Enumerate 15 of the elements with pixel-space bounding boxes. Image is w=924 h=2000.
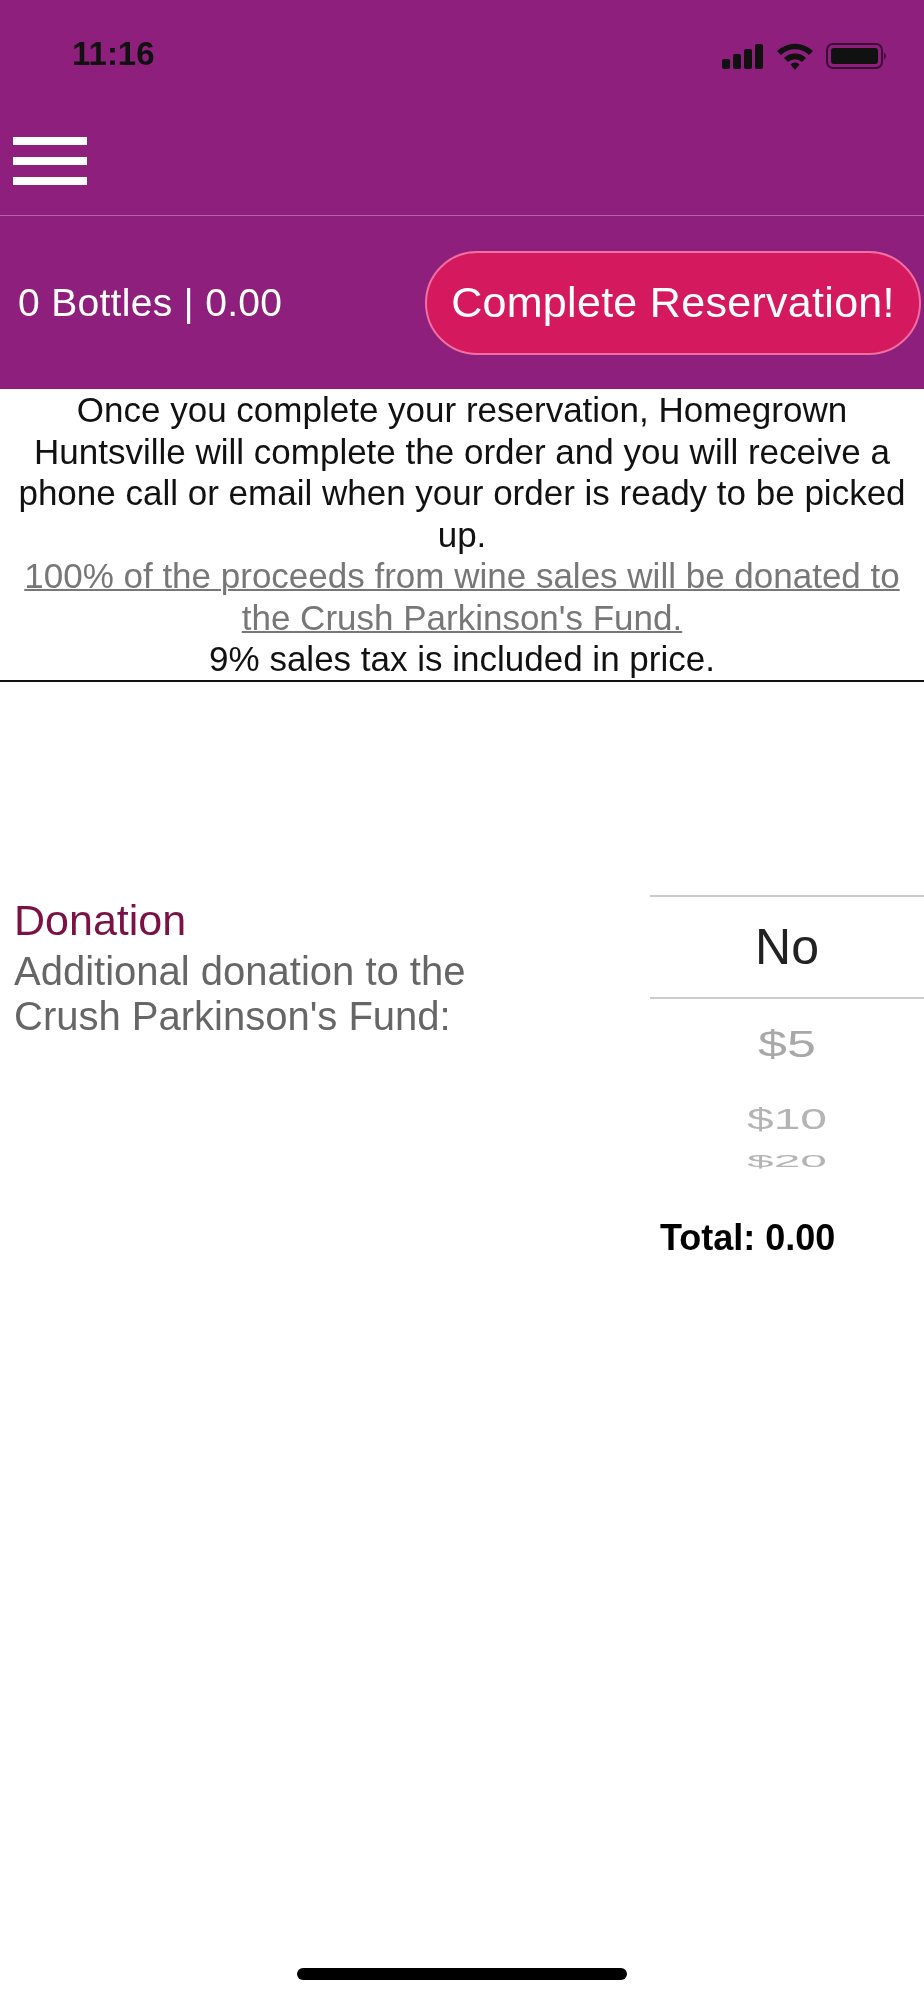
signal-icon (722, 43, 764, 69)
picker-option[interactable]: $5 (650, 998, 924, 1089)
battery-icon (826, 43, 888, 69)
status-time: 11:16 (72, 35, 155, 73)
donation-info-link[interactable]: 100% of the proceeds from wine sales will be donated to the Crush Parkinson's Fund. (10, 555, 914, 638)
complete-reservation-button[interactable]: Complete Reservation! (425, 250, 921, 355)
donation-description: Additional donation to the Crush Parkinson's Fund: (14, 948, 467, 1039)
donation-title: Donation (14, 894, 188, 945)
info-text: Once you complete your reservation, Homegrown Huntsville will complete the order and you will receive a phone call or email when your order is ready to be picked up. (17, 389, 907, 555)
total-label: Total: 0.00 (660, 1215, 836, 1260)
picker-option[interactable]: No (650, 894, 924, 999)
info-text: 9% sales tax is included in price. (208, 638, 716, 680)
wifi-icon (775, 42, 815, 70)
cart-summary: 0 Bottles | 0.00 (18, 280, 283, 325)
menu-icon[interactable] (13, 137, 87, 185)
